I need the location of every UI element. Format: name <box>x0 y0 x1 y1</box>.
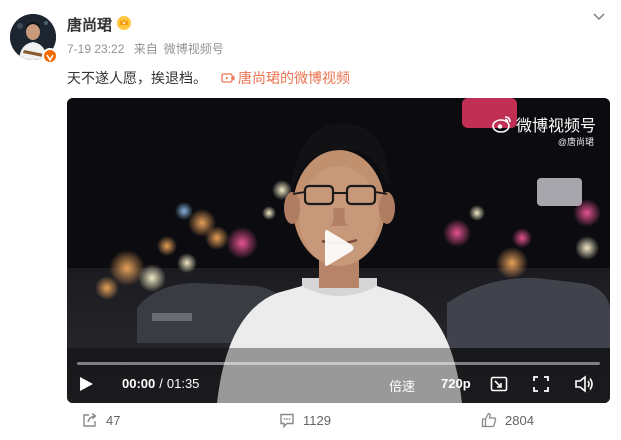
video-link-icon <box>221 73 235 83</box>
chevron-down-icon[interactable] <box>591 8 607 24</box>
speed-button[interactable]: 倍速 <box>389 376 415 395</box>
fullscreen-icon[interactable] <box>532 375 550 393</box>
post-time[interactable]: 7-19 23:22 <box>67 42 124 56</box>
post-meta: 7-19 23:22 来自 微博视频号 <box>67 40 230 57</box>
current-time: 00:00 <box>122 376 156 391</box>
play-button[interactable] <box>77 375 95 393</box>
post-source[interactable]: 微博视频号 <box>164 42 224 56</box>
quality-button[interactable]: 720p <box>441 376 471 391</box>
duration: 01:35 <box>166 376 200 391</box>
comment-icon <box>280 413 294 428</box>
like-button[interactable]: 2804 <box>481 412 534 428</box>
author-name[interactable]: 唐尚珺 <box>67 14 112 35</box>
pip-icon[interactable] <box>490 375 508 393</box>
post-text: 天不遂人愿，挨退档。 <box>67 70 207 86</box>
player-controls: 00:00/01:35 倍速 720p <box>67 365 610 403</box>
watermark-label: 微博视频号 <box>515 118 596 135</box>
volume-icon[interactable] <box>574 375 593 393</box>
comment-count: 1129 <box>303 412 331 428</box>
comment-button[interactable]: 1129 <box>279 412 331 428</box>
play-icon[interactable] <box>317 228 357 268</box>
action-bar: 47 1129 2804 <box>0 412 621 434</box>
time-display: 00:00/01:35 <box>122 376 200 391</box>
video-player[interactable]: 微博视频号 @唐尚珺 00:00/01:35 倍速 720p <box>67 98 610 403</box>
watermark-handle: @唐尚珺 <box>557 137 594 147</box>
repost-icon <box>83 412 97 427</box>
weibo-video-watermark: 微博视频号 <box>492 112 596 136</box>
repost-count: 47 <box>106 412 121 428</box>
video-link-label: 唐尚珺的微博视频 <box>238 70 350 86</box>
like-icon <box>481 412 497 428</box>
crown-icon <box>116 14 132 30</box>
like-count: 2804 <box>505 412 534 428</box>
video-link[interactable]: 唐尚珺的微博视频 <box>221 68 350 88</box>
verified-badge-icon <box>42 48 58 64</box>
repost-button[interactable]: 47 <box>82 412 120 428</box>
source-prefix: 来自 <box>133 42 158 56</box>
weibo-logo-icon <box>492 116 511 133</box>
